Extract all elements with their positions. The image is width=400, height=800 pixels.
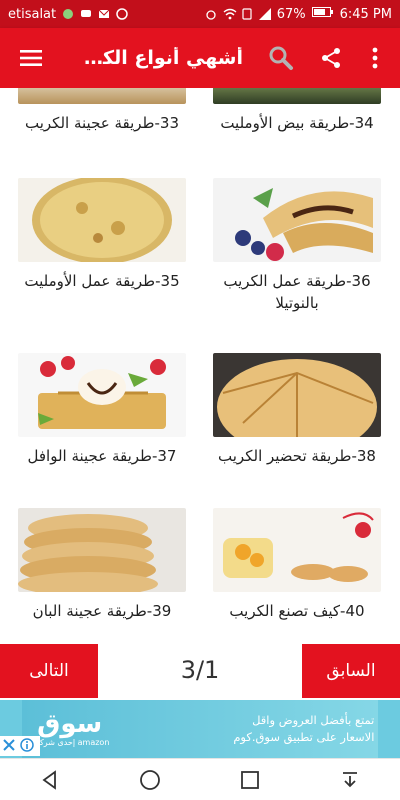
ad-controls xyxy=(0,736,40,756)
clock: 6:45 PM xyxy=(339,6,392,22)
recipe-title: 34-طريقة بيض الأومليت xyxy=(220,114,374,132)
recipe-image xyxy=(18,178,186,262)
nav-notifications-button[interactable] xyxy=(330,760,370,800)
recipe-card[interactable]: 34-طريقة بيض الأومليت xyxy=(213,88,381,134)
ad-logo-text: سوق xyxy=(37,709,103,739)
system-nav-bar xyxy=(0,758,400,800)
page-indicator: 3/1 xyxy=(180,656,220,684)
next-button[interactable]: التالى xyxy=(0,644,98,698)
nfc-icon xyxy=(241,8,253,20)
recipe-card[interactable]: 40-كيف تصنع الكريب xyxy=(213,508,381,622)
previous-button[interactable]: السابق xyxy=(302,644,400,698)
nav-home-button[interactable] xyxy=(130,760,170,800)
back-icon xyxy=(42,769,56,790)
recipe-card[interactable]: 33-طريقة عجينة الكريب xyxy=(18,88,186,134)
battery-icon xyxy=(311,6,334,22)
notification-pull-icon xyxy=(343,771,357,787)
recipe-card[interactable]: 36-طريقة عمل الكريب بالنوتيلا xyxy=(213,178,381,314)
chat-icon xyxy=(80,8,92,20)
recents-icon xyxy=(241,770,259,789)
nav-back-button[interactable] xyxy=(30,760,70,800)
recipe-card[interactable]: 37-طريقة عجينة الوافل xyxy=(18,353,186,467)
recipe-image xyxy=(213,508,381,592)
recipe-card[interactable]: 39-طريقة عجينة البان xyxy=(18,508,186,622)
ad-logo-subtitle: إحدى شركات amazon xyxy=(30,738,110,747)
recipe-image xyxy=(18,88,186,104)
ad-close-icon[interactable] xyxy=(2,737,16,756)
app-bar: أشهي أنواع الكري... xyxy=(0,28,400,88)
carrier-label: etisalat xyxy=(8,6,57,22)
whatsapp-icon xyxy=(116,8,128,20)
recipe-title: 33-طريقة عجينة الكريب xyxy=(25,114,179,132)
status-bar: etisalat 67% 6:45 PM xyxy=(0,0,400,28)
home-icon xyxy=(140,769,160,790)
recipe-card[interactable]: 38-طريقة تحضير الكريب xyxy=(213,353,381,467)
more-vert-icon xyxy=(372,47,378,69)
recipe-image xyxy=(213,353,381,437)
menu-icon xyxy=(20,50,42,66)
recipe-title: 37-طريقة عجينة الوافل xyxy=(27,447,177,465)
nav-recents-button[interactable] xyxy=(230,760,270,800)
pager: التالى 3/1 السابق xyxy=(0,644,400,698)
recipe-title: 36-طريقة عمل الكريب بالنوتيلا xyxy=(223,272,371,312)
ad-banner[interactable]: سوق إحدى شركات amazon تمتع بأفضل العروض … xyxy=(0,700,400,758)
recipe-image xyxy=(18,353,186,437)
recipe-title: 35-طريقة عمل الأومليت xyxy=(24,272,180,290)
recipe-image xyxy=(213,178,381,262)
ad-text: تمتع بأفضل العروض واقل الاسعار على تطبيق… xyxy=(233,713,375,744)
page-title: أشهي أنواع الكري... xyxy=(78,47,243,69)
alarm-icon xyxy=(205,8,217,20)
ad-info-icon[interactable] xyxy=(20,737,34,756)
share-button[interactable] xyxy=(311,38,351,78)
recipe-card[interactable]: 35-طريقة عمل الأومليت xyxy=(18,178,186,292)
recipe-title: 40-كيف تصنع الكريب xyxy=(229,602,365,620)
recipe-image xyxy=(213,88,381,104)
search-icon xyxy=(269,46,293,70)
recipe-image xyxy=(18,508,186,592)
ad-logo: سوق إحدى شركات amazon xyxy=(30,710,109,748)
recipe-title: 38-طريقة تحضير الكريب xyxy=(218,447,376,465)
signal-icon xyxy=(258,8,271,20)
notification-icon xyxy=(62,8,74,20)
overflow-menu-button[interactable] xyxy=(360,38,390,78)
mail-icon xyxy=(98,8,110,20)
menu-button[interactable] xyxy=(10,37,52,79)
battery-percent: 67% xyxy=(276,6,306,22)
recipe-title: 39-طريقة عجينة البان xyxy=(32,602,172,620)
search-button[interactable] xyxy=(261,38,301,78)
ad-content[interactable]: سوق إحدى شركات amazon تمتع بأفضل العروض … xyxy=(22,700,378,758)
share-icon xyxy=(322,48,340,68)
wifi-icon xyxy=(223,8,237,20)
recipe-grid: 33-طريقة عجينة الكريب 34-طريقة بيض الأوم… xyxy=(0,88,400,644)
